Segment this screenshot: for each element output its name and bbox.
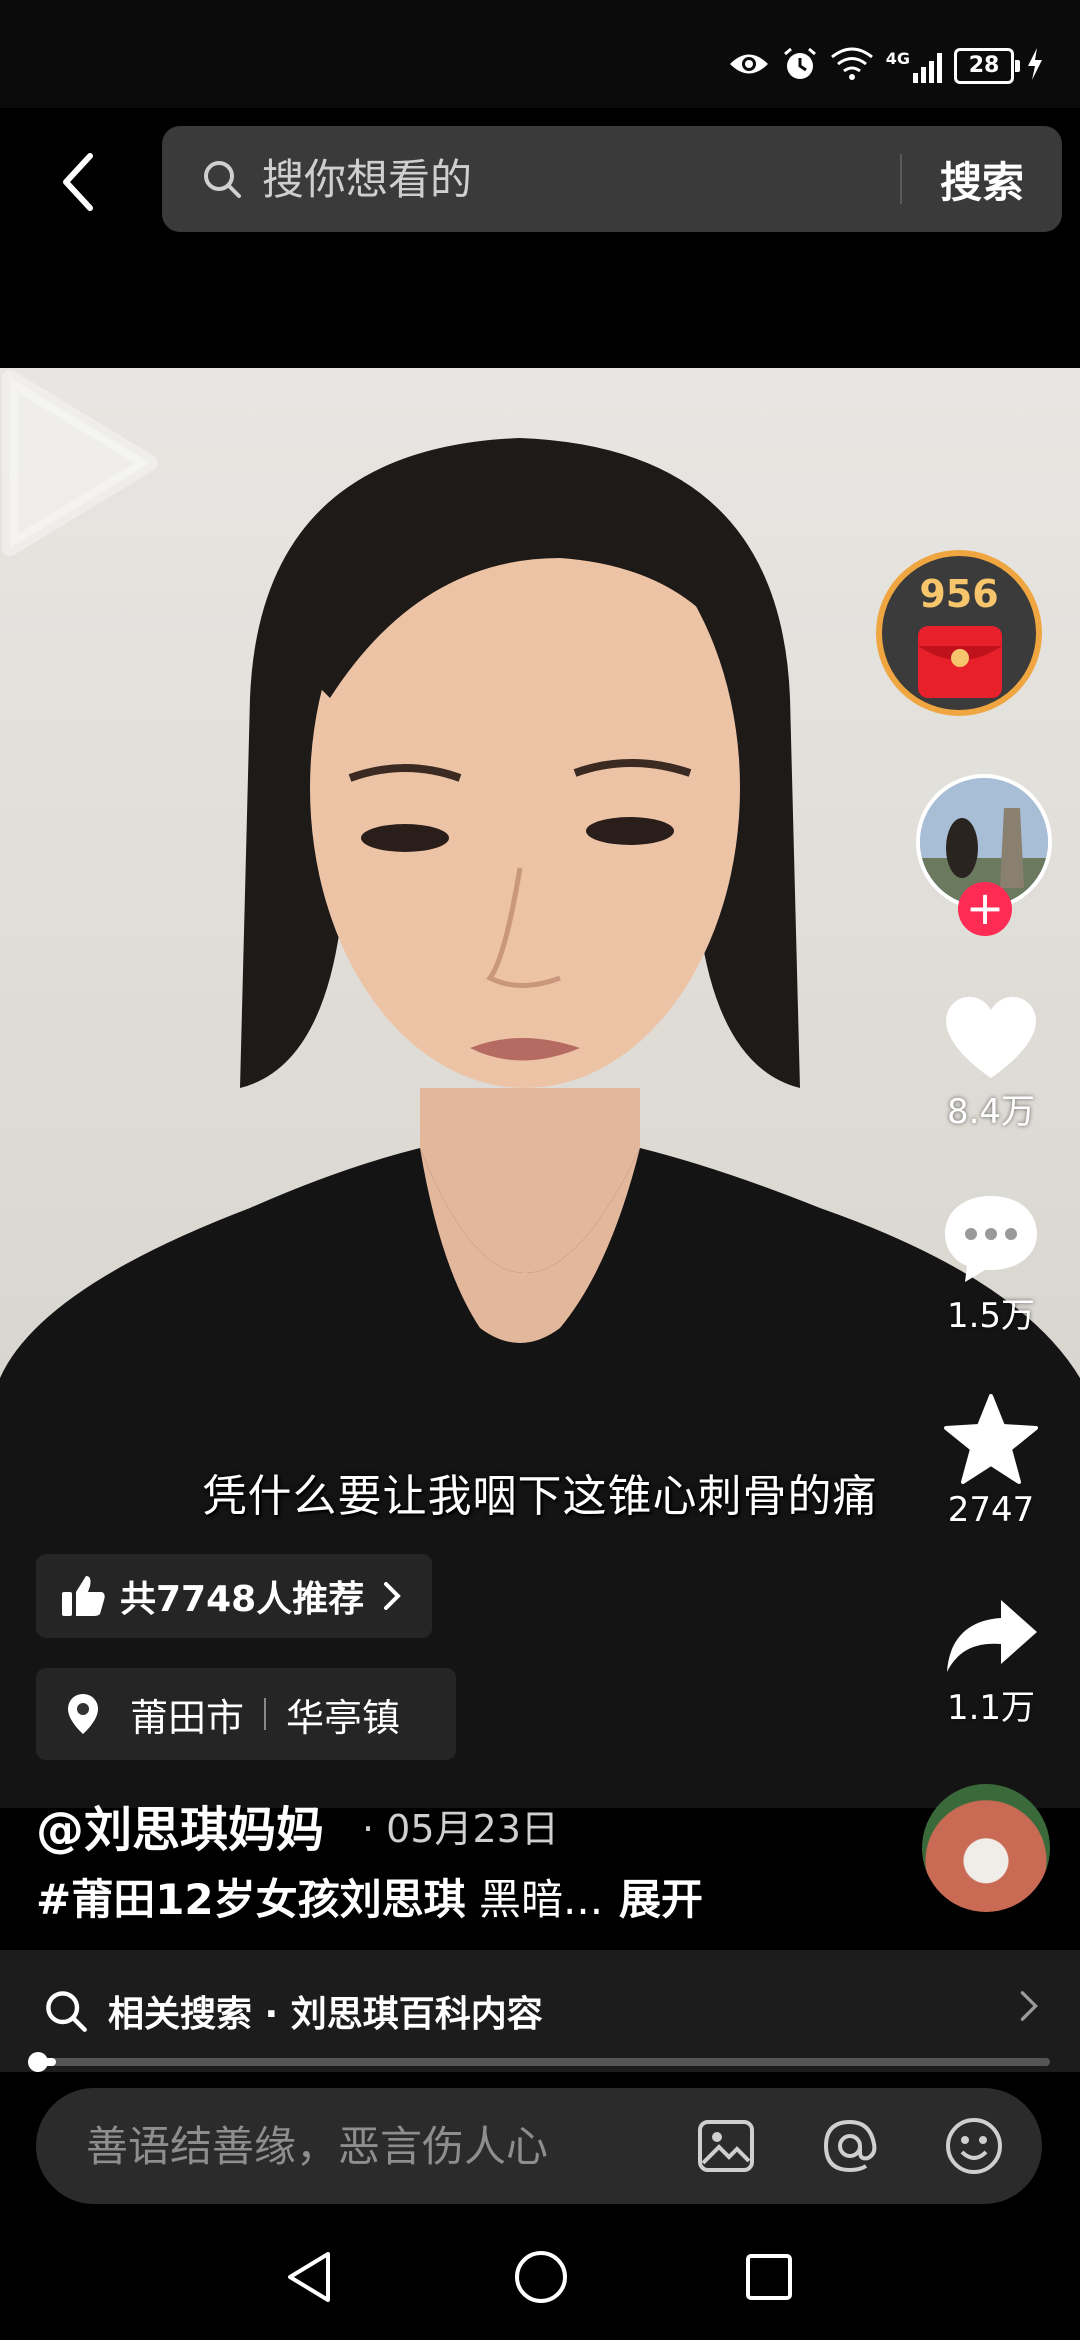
like-button[interactable]: 8.4万: [936, 990, 1046, 1133]
network-type: 4G: [885, 49, 910, 68]
emoji-icon[interactable]: [944, 2116, 1004, 2176]
post-date: · 05月23日: [362, 1807, 559, 1851]
search-input[interactable]: [260, 153, 900, 205]
related-search-label: 相关搜索 · 刘思琪百科内容: [108, 1994, 543, 2035]
nav-home-button[interactable]: [506, 2242, 576, 2312]
comment-bar[interactable]: [36, 2088, 1042, 2204]
caption: #莆田12岁女孩刘思琪 黑暗... 展开: [36, 1866, 703, 1927]
comment-icon: [945, 1196, 1037, 1282]
search-button[interactable]: 搜索: [902, 149, 1062, 210]
image-icon[interactable]: [696, 2116, 756, 2176]
triangle-back-icon: [288, 2252, 330, 2302]
battery-indicator: 28: [954, 48, 1020, 84]
nav-back-button[interactable]: [274, 2242, 344, 2312]
location-town: 华亭镇: [286, 1695, 401, 1740]
author-name[interactable]: @刘思琪妈妈: [36, 1790, 324, 1860]
nav-recents-button[interactable]: [734, 2242, 804, 2312]
search-bar[interactable]: 搜索: [162, 126, 1062, 232]
related-search-bar[interactable]: 相关搜索 · 刘思琪百科内容: [0, 1950, 1080, 2072]
comment-input[interactable]: [84, 2120, 648, 2172]
back-button[interactable]: [48, 142, 108, 222]
comment-button[interactable]: 1.5万: [936, 1192, 1046, 1337]
caption-text: 黑暗...: [465, 1875, 604, 1924]
video-progress-bar[interactable]: [36, 2058, 1050, 2066]
location-city: 莆田市: [130, 1695, 245, 1740]
search-icon: [202, 157, 246, 201]
status-bar: 4G 28: [0, 0, 1080, 108]
chevron-right-icon: [1020, 1991, 1038, 2021]
charging-icon: [1026, 48, 1044, 84]
chevron-right-icon: [384, 1582, 402, 1610]
share-count: 1.1万: [946, 1688, 1036, 1728]
red-packet-count: 956: [919, 572, 999, 616]
favorite-button[interactable]: 2747: [936, 1394, 1046, 1530]
comment-count: 1.5万: [946, 1296, 1036, 1336]
square-recents-icon: [746, 2254, 792, 2300]
recommend-pill[interactable]: 共7748人推荐: [36, 1554, 432, 1638]
star-icon: [944, 1394, 1038, 1484]
chevron-left-icon: [63, 153, 93, 211]
heart-icon: [946, 996, 1036, 1078]
wifi-icon: [830, 47, 874, 85]
circle-home-icon: [515, 2251, 567, 2303]
video-subtitle: 凭什么要让我咽下这锥心刺骨的痛: [202, 1471, 878, 1522]
thumbs-up-icon: [62, 1576, 105, 1616]
play-icon[interactable]: [0, 368, 160, 558]
share-icon: [947, 1600, 1037, 1672]
red-packet-button[interactable]: 956: [876, 550, 1042, 716]
location-pill[interactable]: 莆田市 华亭镇: [36, 1668, 456, 1760]
search-icon: [46, 1991, 87, 2032]
music-disc[interactable]: [922, 1784, 1050, 1912]
share-button[interactable]: 1.1万: [936, 1596, 1046, 1729]
system-nav-bar: [0, 2210, 1080, 2340]
caption-hashtag[interactable]: #莆田12岁女孩刘思琪: [36, 1875, 466, 1924]
location-pin-icon: [68, 1694, 98, 1734]
recommend-label: 共7748人推荐: [120, 1579, 365, 1620]
expand-caption-button[interactable]: 展开: [619, 1875, 703, 1924]
alarm-icon: [782, 46, 818, 86]
like-count: 8.4万: [946, 1092, 1036, 1132]
signal-icon: 4G: [886, 49, 942, 83]
eye-icon: [728, 49, 770, 83]
mention-icon[interactable]: [820, 2116, 880, 2176]
progress-handle[interactable]: [28, 2052, 48, 2072]
follow-button[interactable]: +: [958, 882, 1012, 936]
location-divider: [264, 1698, 267, 1730]
red-packet-icon: [918, 626, 1002, 698]
favorite-count: 2747: [947, 1490, 1035, 1530]
